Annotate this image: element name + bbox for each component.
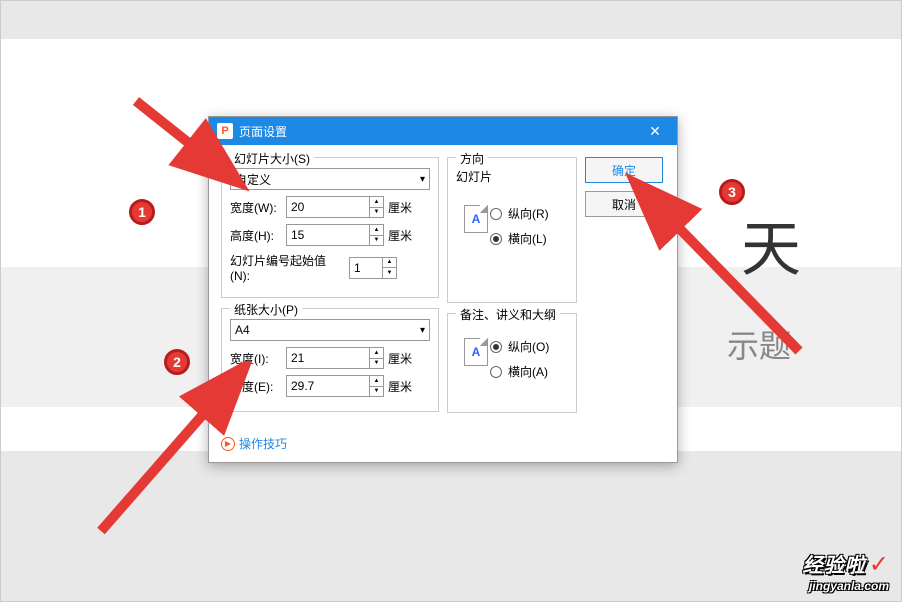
unit-label: 厘米 bbox=[388, 378, 412, 395]
annotation-badge-1: 1 bbox=[129, 199, 155, 225]
orientation-label: 方向 bbox=[456, 150, 488, 167]
paper-height-input[interactable]: 29.7 ▲▼ bbox=[286, 375, 384, 397]
spinner-arrows[interactable]: ▲▼ bbox=[369, 197, 383, 217]
spinner-arrows[interactable]: ▲▼ bbox=[369, 348, 383, 368]
slide-size-preset-combo[interactable]: 自定义 bbox=[230, 168, 430, 190]
dialog-title: 页面设置 bbox=[239, 123, 641, 140]
orientation-slide-group: 方向 幻灯片 A 纵向(R) 横向(L) bbox=[447, 157, 577, 303]
paper-width-label: 宽度(I): bbox=[230, 350, 282, 367]
close-button[interactable]: ✕ bbox=[641, 117, 669, 145]
unit-label: 厘米 bbox=[388, 199, 412, 216]
annotation-badge-2: 2 bbox=[164, 349, 190, 375]
radio-icon bbox=[490, 341, 502, 353]
start-num-input[interactable]: 1 ▲▼ bbox=[349, 257, 397, 279]
paper-size-group: 纸张大小(P) A4 宽度(I): 21 ▲▼ 厘米 高度(E): 29.7 bbox=[221, 308, 439, 412]
background-subtext: 示题 bbox=[727, 321, 791, 367]
spinner-arrows[interactable]: ▲▼ bbox=[369, 225, 383, 245]
annotation-badge-3: 3 bbox=[719, 179, 745, 205]
slide-width-label: 宽度(W): bbox=[230, 199, 282, 216]
orientation-notes-group: 备注、讲义和大纲 A 纵向(O) 横向(A) bbox=[447, 313, 577, 413]
paper-height-label: 高度(E): bbox=[230, 378, 282, 395]
page-icon: A bbox=[464, 338, 488, 366]
spinner-arrows[interactable]: ▲▼ bbox=[369, 376, 383, 396]
paper-size-preset-combo[interactable]: A4 bbox=[230, 319, 430, 341]
slide-size-group: 幻灯片大小(S) 自定义 宽度(W): 20 ▲▼ 厘米 高度(H): 15 bbox=[221, 157, 439, 298]
start-num-label: 幻灯片编号起始值(N): bbox=[230, 252, 345, 283]
slide-height-input[interactable]: 15 ▲▼ bbox=[286, 224, 384, 246]
check-icon: ✓ bbox=[869, 551, 889, 578]
watermark-url: jingyanla.com bbox=[803, 579, 889, 593]
notes-orientation-label: 备注、讲义和大纲 bbox=[456, 306, 560, 323]
spinner-arrows[interactable]: ▲▼ bbox=[382, 258, 396, 278]
slide-height-label: 高度(H): bbox=[230, 227, 282, 244]
cancel-button[interactable]: 取消 bbox=[585, 191, 663, 217]
app-icon: P bbox=[217, 123, 233, 139]
play-icon: ▶ bbox=[221, 437, 235, 451]
radio-icon bbox=[490, 233, 502, 245]
unit-label: 厘米 bbox=[388, 350, 412, 367]
watermark-brand: 经验啦 bbox=[803, 555, 866, 577]
paper-size-label: 纸张大小(P) bbox=[230, 301, 302, 318]
slide-size-label: 幻灯片大小(S) bbox=[230, 150, 314, 167]
dialog-titlebar: P 页面设置 ✕ bbox=[209, 117, 677, 145]
page-icon: A bbox=[464, 205, 488, 233]
tips-link[interactable]: ▶ 操作技巧 bbox=[209, 435, 677, 462]
watermark: 经验啦 ✓ jingyanla.com bbox=[803, 549, 889, 593]
slide-orientation-label: 幻灯片 bbox=[456, 168, 568, 185]
radio-icon bbox=[490, 208, 502, 220]
slide-width-input[interactable]: 20 ▲▼ bbox=[286, 196, 384, 218]
background-text: 天 bbox=[741, 201, 801, 288]
radio-icon bbox=[490, 366, 502, 378]
ok-button[interactable]: 确定 bbox=[585, 157, 663, 183]
page-setup-dialog: P 页面设置 ✕ 幻灯片大小(S) 自定义 宽度(W): 20 ▲▼ 厘米 bbox=[208, 116, 678, 463]
paper-width-input[interactable]: 21 ▲▼ bbox=[286, 347, 384, 369]
unit-label: 厘米 bbox=[388, 227, 412, 244]
